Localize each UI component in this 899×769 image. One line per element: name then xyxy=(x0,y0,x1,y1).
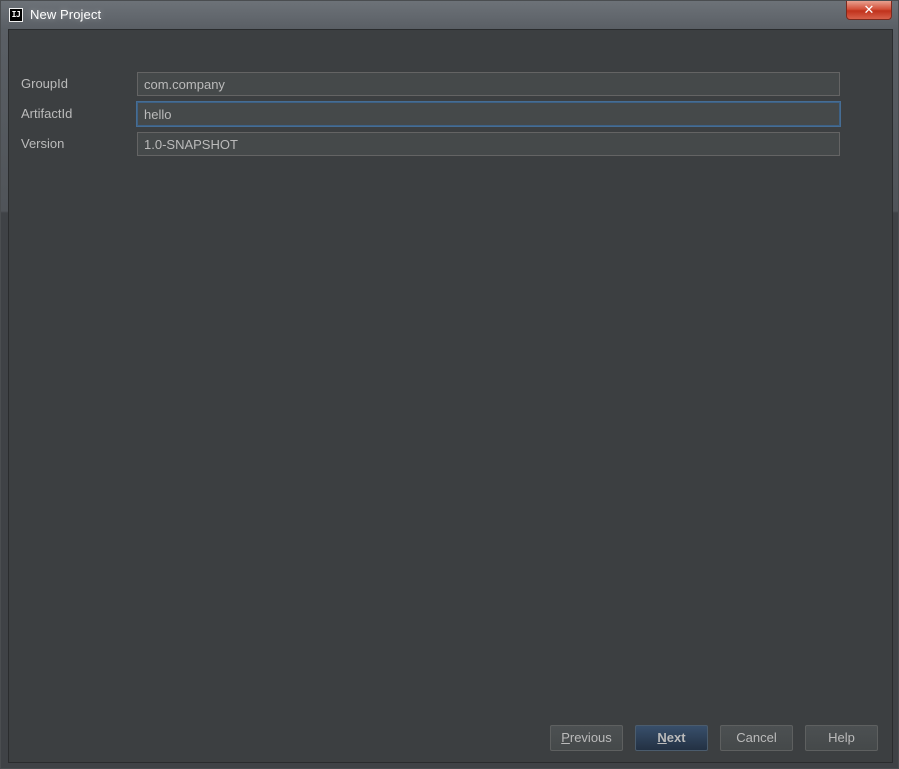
version-row: Version xyxy=(9,132,894,156)
previous-mnemonic: P xyxy=(561,730,570,745)
next-label-rest: ext xyxy=(666,730,686,745)
previous-label-rest: revious xyxy=(569,730,612,745)
help-button[interactable]: Help xyxy=(805,725,878,751)
next-mnemonic: N xyxy=(657,730,667,745)
dialog-content: GroupId ArtifactId Version Previous Next… xyxy=(8,29,893,763)
intellij-app-icon: IJ xyxy=(9,8,23,22)
groupid-row: GroupId xyxy=(9,72,894,96)
previous-button[interactable]: Previous xyxy=(550,725,623,751)
artifactid-row: ArtifactId xyxy=(9,102,894,126)
artifactid-input[interactable] xyxy=(137,102,840,126)
groupid-label: GroupId xyxy=(21,76,68,91)
close-button[interactable]: ✕ xyxy=(846,1,892,20)
title-bar[interactable]: IJ New Project ✕ xyxy=(1,1,898,29)
new-project-dialog: IJ New Project ✕ GroupId ArtifactId Vers… xyxy=(0,0,899,769)
cancel-button[interactable]: Cancel xyxy=(720,725,793,751)
version-label: Version xyxy=(21,136,65,151)
artifactid-label: ArtifactId xyxy=(21,106,73,121)
window-title: New Project xyxy=(30,7,102,22)
next-button[interactable]: Next xyxy=(635,725,708,751)
version-input[interactable] xyxy=(137,132,840,156)
groupid-input[interactable] xyxy=(137,72,840,96)
